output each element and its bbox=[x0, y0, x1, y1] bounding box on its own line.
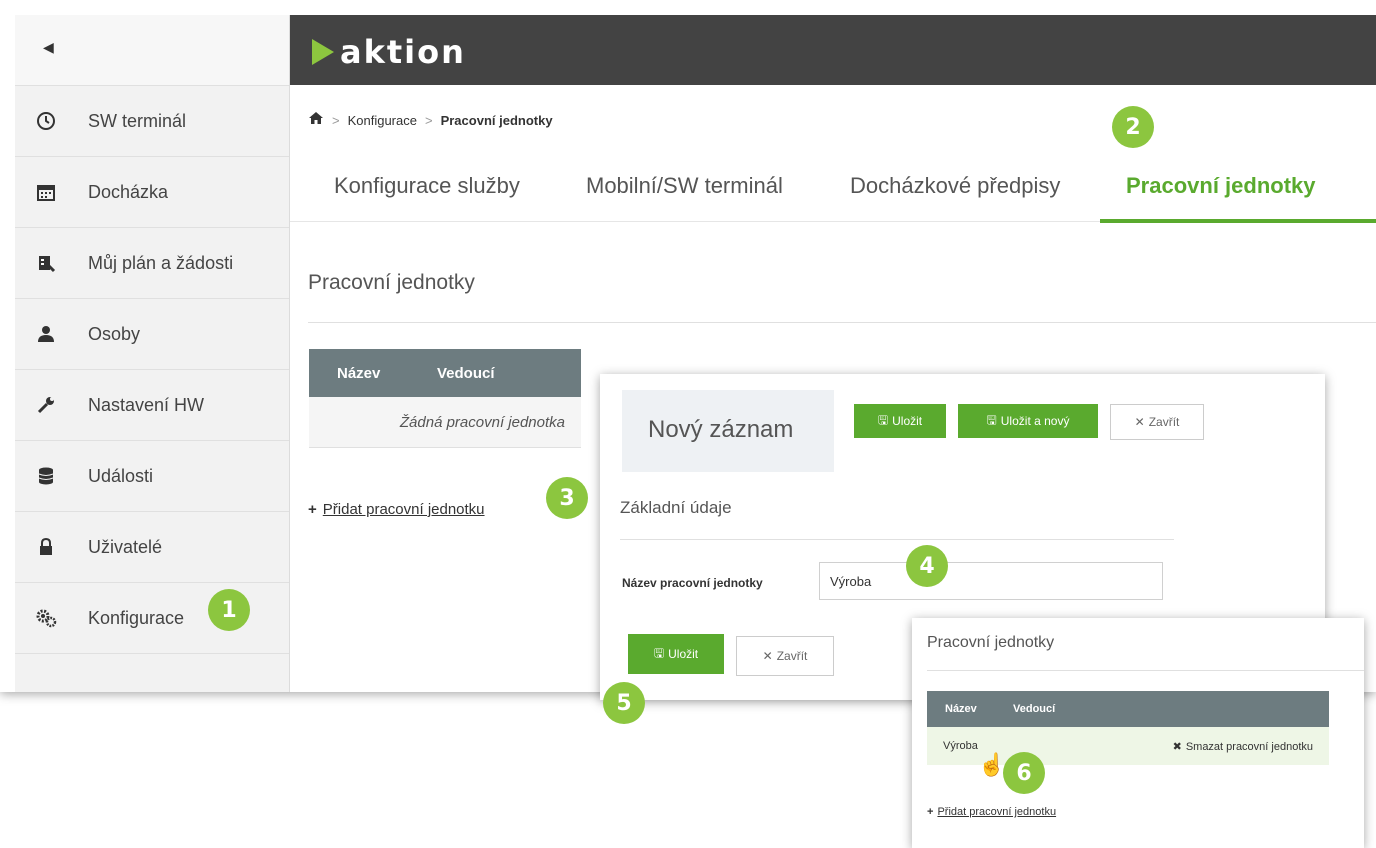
table-header: Název Vedoucí bbox=[309, 349, 581, 397]
empty-table-message: Žádná pracovní jednotka bbox=[309, 397, 581, 448]
breadcrumb-separator: > bbox=[424, 113, 433, 128]
delete-icon: ✖ bbox=[1172, 741, 1182, 753]
save-and-new-button-label: Uložit a nový bbox=[1000, 414, 1070, 428]
save-and-new-button[interactable]: 🖫 Uložit a nový bbox=[958, 404, 1098, 438]
close-button-label: Zavřít bbox=[1148, 415, 1180, 429]
breadcrumb: > Konfigurace > Pracovní jednotky bbox=[308, 111, 553, 130]
divider bbox=[308, 322, 1376, 323]
play-icon bbox=[312, 39, 334, 65]
section-title: Pracovní jednotky bbox=[308, 271, 475, 294]
table-header: Název Vedoucí bbox=[927, 691, 1329, 727]
tab-dochazkove-predpisy[interactable]: Docházkové předpisy bbox=[850, 173, 1060, 199]
tab-bar: Konfigurace služby Mobilní/SW terminál D… bbox=[290, 165, 1376, 222]
result-panel-title: Pracovní jednotky bbox=[927, 634, 1055, 651]
sidebar-item-label: SW terminál bbox=[88, 110, 187, 131]
lock-icon bbox=[35, 536, 57, 558]
dialog-title: Nový záznam bbox=[648, 416, 794, 443]
sidebar-item-label: Docházka bbox=[88, 181, 169, 202]
record-title-box: Nový záznam bbox=[622, 390, 834, 472]
sidebar-item-dochazka[interactable]: Docházka bbox=[15, 157, 289, 228]
sidebar-item-osoby[interactable]: Osoby bbox=[15, 299, 289, 370]
close-icon: ✕ bbox=[1134, 415, 1145, 429]
top-bar: aktion bbox=[290, 15, 1376, 85]
breadcrumb-item[interactable]: Konfigurace bbox=[348, 113, 417, 128]
tab-pracovni-jednotky[interactable]: Pracovní jednotky bbox=[1126, 173, 1316, 199]
units-table: Název Vedoucí Žádná pracovní jednotka bbox=[309, 349, 581, 448]
step-badge: 3 bbox=[546, 477, 588, 519]
step-badge: 2 bbox=[1112, 106, 1154, 148]
save-icon: 🖫 bbox=[877, 412, 889, 427]
chevron-left-icon[interactable]: ◀ bbox=[43, 39, 54, 56]
bottom-close-button-label: Zavřít bbox=[776, 649, 808, 663]
close-icon: ✕ bbox=[762, 649, 773, 663]
sidebar-item-label: Uživatelé bbox=[88, 536, 163, 557]
sidebar-item-label: Konfigurace bbox=[88, 607, 185, 628]
plan-icon bbox=[35, 252, 57, 274]
sidebar-item-label: Osoby bbox=[88, 323, 141, 344]
unit-name-input[interactable] bbox=[819, 562, 1163, 600]
sidebar-item-sw-terminal[interactable]: SW terminál bbox=[15, 86, 289, 157]
step-badge: 5 bbox=[603, 682, 645, 724]
clock-icon bbox=[35, 110, 57, 132]
sidebar-item-nastaveni-hw[interactable]: Nastavení HW bbox=[15, 370, 289, 441]
divider bbox=[927, 670, 1364, 671]
plus-icon: + bbox=[308, 501, 317, 518]
calendar-icon bbox=[35, 181, 57, 203]
save-button[interactable]: 🖫 Uložit bbox=[854, 404, 946, 438]
sidebar-item-label: Nastavení HW bbox=[88, 394, 205, 415]
result-panel: Pracovní jednotky Název Vedoucí Výroba ✖… bbox=[912, 618, 1364, 848]
step-badge: 1 bbox=[208, 589, 250, 631]
column-header-nazev[interactable]: Název bbox=[337, 365, 380, 382]
save-icon: 🖫 bbox=[653, 645, 665, 660]
add-unit-link[interactable]: + Přidat pracovní jednotku bbox=[927, 806, 1056, 818]
column-header-nazev[interactable]: Název bbox=[945, 703, 977, 715]
step-badge: 4 bbox=[906, 545, 948, 587]
sidebar-item-label: Můj plán a žádosti bbox=[88, 252, 234, 273]
sidebar-item-uzivatele[interactable]: Uživatelé bbox=[15, 512, 289, 583]
sidebar-item-label: Události bbox=[88, 465, 154, 486]
delete-unit-label: Smazat pracovní jednotku bbox=[1185, 741, 1313, 753]
add-unit-link[interactable]: + Přidat pracovní jednotku bbox=[308, 501, 485, 518]
sidebar-item-udalosti[interactable]: Události bbox=[15, 441, 289, 512]
save-new-icon: 🖫 bbox=[986, 412, 997, 427]
divider bbox=[620, 539, 1174, 540]
unit-name-label: Název pracovní jednotky bbox=[622, 576, 763, 590]
sidebar: ◀ SW terminál Docházka Můj plán a žádost… bbox=[15, 15, 290, 692]
hand-cursor-icon: ☝ bbox=[978, 752, 1006, 777]
gears-icon bbox=[35, 607, 57, 629]
bottom-save-button-label: Uložit bbox=[668, 647, 699, 661]
tab-mobilni-sw-terminal[interactable]: Mobilní/SW terminál bbox=[586, 173, 783, 199]
sidebar-item-plan[interactable]: Můj plán a žádosti bbox=[15, 228, 289, 299]
close-button[interactable]: ✕ Zavřít bbox=[1110, 404, 1204, 440]
logo-text: aktion bbox=[340, 33, 466, 71]
bottom-close-button[interactable]: ✕ Zavřít bbox=[736, 636, 834, 676]
delete-unit-link[interactable]: ✖ Smazat pracovní jednotku bbox=[1173, 740, 1313, 753]
column-header-vedouci[interactable]: Vedoucí bbox=[1013, 703, 1055, 715]
breadcrumb-current: Pracovní jednotky bbox=[440, 113, 553, 128]
step-badge: 6 bbox=[1003, 752, 1045, 794]
add-unit-link-label: Přidat pracovní jednotku bbox=[322, 501, 485, 518]
active-tab-indicator bbox=[1100, 219, 1376, 223]
database-icon bbox=[35, 465, 57, 487]
breadcrumb-separator: > bbox=[332, 113, 340, 128]
column-header-vedouci[interactable]: Vedoucí bbox=[437, 365, 495, 382]
bottom-save-button[interactable]: 🖫 Uložit bbox=[628, 634, 724, 674]
home-icon[interactable] bbox=[308, 111, 324, 130]
wrench-icon bbox=[35, 394, 57, 416]
form-section-title: Základní údaje bbox=[620, 498, 732, 517]
person-icon bbox=[35, 323, 57, 345]
add-unit-link-label: Přidat pracovní jednotku bbox=[937, 806, 1057, 818]
aktion-logo[interactable]: aktion bbox=[312, 33, 466, 71]
unit-name-cell[interactable]: Výroba bbox=[943, 740, 978, 752]
sidebar-header: ◀ bbox=[15, 15, 289, 86]
save-button-label: Uložit bbox=[892, 414, 923, 428]
tab-konfigurace-sluzby[interactable]: Konfigurace služby bbox=[334, 173, 520, 199]
plus-icon: + bbox=[927, 806, 934, 818]
